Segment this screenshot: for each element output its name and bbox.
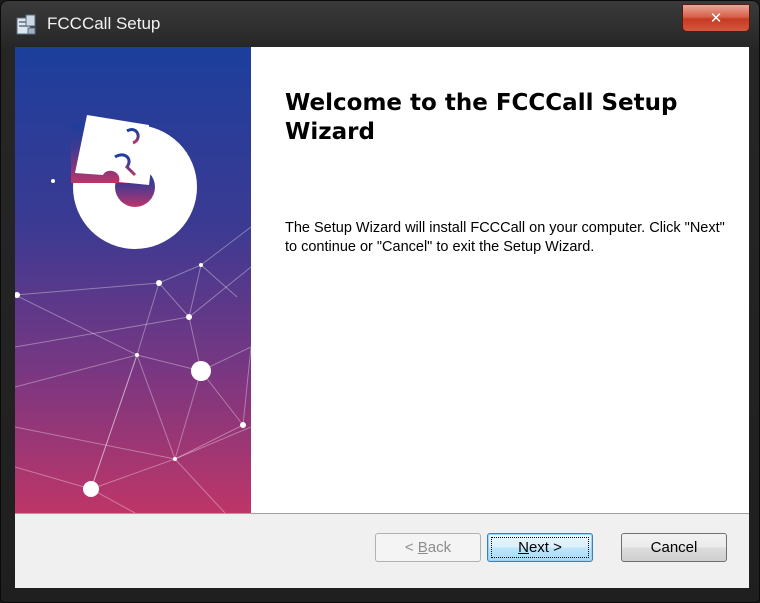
back-button-mnemonic: B [417,539,428,556]
title-bar[interactable]: FCCCall Setup ✕ [1,1,759,45]
wizard-banner [15,47,251,513]
focus-ring [491,537,589,558]
next-button[interactable]: Next > [487,533,593,562]
wizard-client-area: Welcome to the FCCCall Setup Wizard The … [15,47,749,588]
welcome-heading: Welcome to the FCCCall Setup Wizard [285,90,678,145]
banner-graphic [15,47,251,513]
welcome-description: The Setup Wizard will install FCCCall on… [285,220,725,255]
installer-app-icon [16,14,36,35]
back-button[interactable]: < Back [375,533,481,562]
cancel-button[interactable]: Cancel [621,533,727,562]
back-button-label: ack [427,539,452,556]
back-button-prefix: < [404,539,418,556]
close-button[interactable]: ✕ [682,4,750,32]
button-area-divider [15,513,749,514]
close-icon: ✕ [709,9,723,27]
window-title: FCCCall Setup [47,14,161,33]
installer-window: FCCCall Setup ✕ Welcome to the FCCCall S… [0,0,760,603]
wizard-content-panel: Welcome to the FCCCall Setup Wizard The … [251,47,749,513]
